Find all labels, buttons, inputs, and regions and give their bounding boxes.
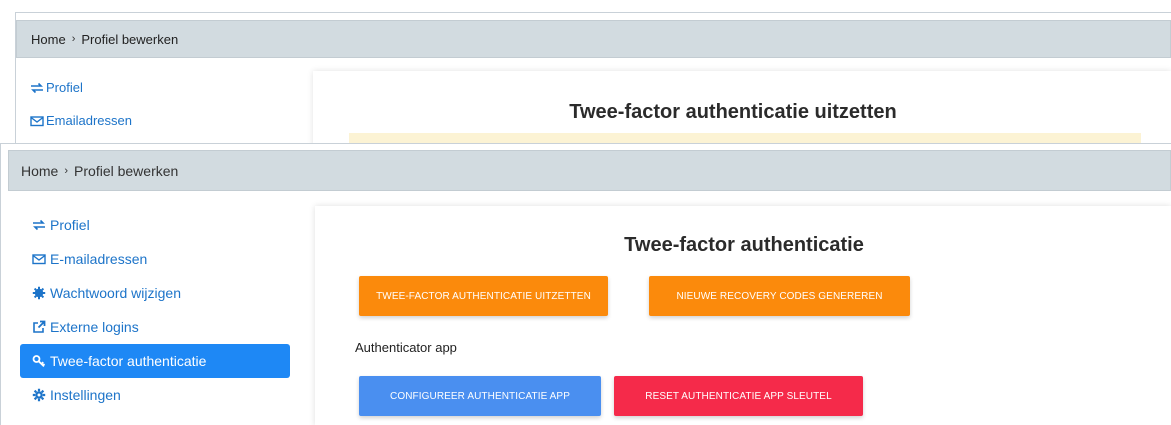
breadcrumb-current: Profiel bewerken [74,162,179,179]
sidebar-item-label: Emailadressen [46,113,132,128]
swap-arrows-icon [32,218,46,232]
generate-recovery-codes-button[interactable]: NIEUWE RECOVERY CODES GENEREREN [649,276,910,316]
sidebar-item-label: Wachtwoord wijzigen [50,285,181,301]
authenticator-app-label: Authenticator app [355,340,457,355]
sidebar-item-twee-factor-authenticatie[interactable]: Twee-factor authenticatie [20,344,290,378]
sidebar-item-profiel[interactable]: Profiel [20,208,290,242]
key-icon [32,354,46,368]
page: Home › Profiel bewerken Profiel Emailadr… [0,0,1171,425]
configure-authenticator-app-button[interactable]: CONFIGUREER AUTHENTICATIE APP [359,376,601,416]
sidebar-item-label: Externe logins [50,319,139,335]
envelope-icon [32,252,46,266]
background-breadcrumb: Home › Profiel bewerken [16,20,1171,58]
sidebar-item-label: E-mailadressen [50,251,148,267]
breadcrumb-current: Profiel bewerken [81,31,179,47]
sidebar-item-externe-logins[interactable]: Externe logins [20,310,290,344]
sidebar-item-emailadressen[interactable]: Emailadressen [30,111,132,130]
background-page: Home › Profiel bewerken Profiel Emailadr… [0,0,1171,147]
breadcrumb-home-link[interactable]: Home [21,163,58,179]
disable-2fa-button[interactable]: TWEE-FACTOR AUTHENTICATIE UITZETTEN [359,276,608,316]
frame-border [0,144,1,425]
breadcrumb-home-link[interactable]: Home [31,32,66,47]
breadcrumb: Home › Profiel bewerken [8,150,1171,191]
background-card-title: Twee-factor authenticatie uitzetten [569,101,897,123]
content-card: Twee-factor authenticatie TWEE-FACTOR AU… [315,206,1171,425]
sidebar-item-label: Profiel [50,217,90,233]
main-page: Home › Profiel bewerken Profiel E-mailad… [0,143,1171,425]
external-link-icon [32,320,46,334]
page-title: Twee-factor authenticatie [624,234,864,256]
sidebar-item-instellingen[interactable]: Instellingen [20,378,290,412]
reset-authenticator-key-button[interactable]: RESET AUTHENTICATIE APP SLEUTEL [614,376,863,416]
sidebar: Profiel E-mailadressen Wachtwoord wijzig… [20,208,290,412]
background-sidebar: Profiel Emailadressen [30,78,132,144]
sidebar-item-e-mailadressen[interactable]: E-mailadressen [20,242,290,276]
sidebar-item-label: Profiel [46,80,83,95]
sidebar-item-profiel[interactable]: Profiel [30,78,132,97]
breadcrumb-separator: › [71,33,76,45]
swap-arrows-icon [30,81,44,95]
gear-icon [32,388,46,402]
envelope-icon [30,114,44,128]
background-card: Twee-factor authenticatie uitzetten [313,71,1171,147]
sidebar-item-wachtwoord-wijzigen[interactable]: Wachtwoord wijzigen [20,276,290,310]
asterisk-icon [32,286,46,300]
sidebar-item-label: Twee-factor authenticatie [50,353,207,369]
sidebar-item-label: Instellingen [50,387,121,403]
breadcrumb-separator: › [64,164,69,177]
